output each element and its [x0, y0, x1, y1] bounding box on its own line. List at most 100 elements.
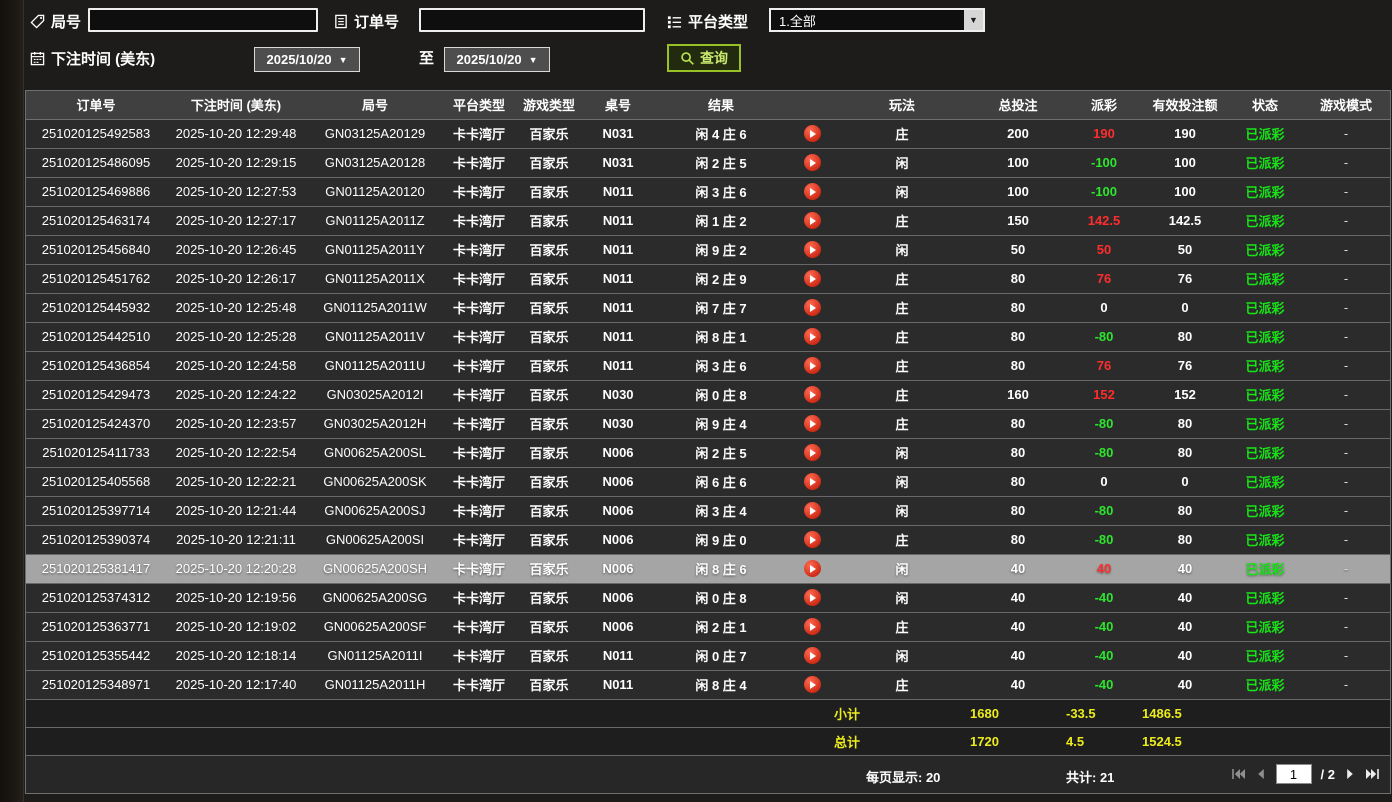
replay-icon[interactable]	[803, 125, 821, 143]
cell-play-type: 闲	[834, 148, 970, 178]
table-row[interactable]: 251020125436854 2025-10-20 12:24:58 GN0112…	[26, 351, 1390, 381]
table-row[interactable]: 251020125442510 2025-10-20 12:25:28 GN0112…	[26, 322, 1390, 352]
query-button[interactable]: 查询	[667, 44, 741, 72]
table-row[interactable]: 251020125492583 2025-10-20 12:29:48 GN0312…	[26, 119, 1390, 149]
cell-round-no: GN01125A2011Z	[306, 206, 444, 236]
last-page-button[interactable]	[1365, 768, 1380, 780]
cell-replay	[790, 670, 834, 700]
table-row[interactable]: 251020125397714 2025-10-20 12:21:44 GN0062…	[26, 496, 1390, 526]
table-row[interactable]: 251020125451762 2025-10-20 12:26:17 GN0112…	[26, 264, 1390, 294]
table-row[interactable]: 251020125355442 2025-10-20 12:18:14 GN0112…	[26, 641, 1390, 671]
page-number-input[interactable]	[1275, 764, 1312, 784]
table-header-row: 订单号 下注时间 (美东) 局号 平台类型 游戏类型 桌号 结果 玩法 总投注 派彩 有效投注额 状态…	[26, 91, 1390, 120]
cell-order-id: 251020125374312	[26, 583, 166, 613]
cell-order-id: 251020125436854	[26, 351, 166, 381]
cell-platform-type: 卡卡湾厅	[444, 496, 514, 526]
cell-bet-time: 2025-10-20 12:29:15	[166, 148, 306, 178]
date-to-picker[interactable]: 2025/10/20 ▼	[444, 47, 550, 72]
table-row[interactable]: 251020125363771 2025-10-20 12:19:02 GN0062…	[26, 612, 1390, 642]
replay-icon[interactable]	[803, 241, 821, 259]
replay-icon[interactable]	[803, 154, 821, 172]
cell-game-mode: -	[1302, 380, 1390, 410]
replay-icon[interactable]	[803, 647, 821, 665]
cell-platform-type: 卡卡湾厅	[444, 467, 514, 497]
table-row[interactable]: 251020125411733 2025-10-20 12:22:54 GN0062…	[26, 438, 1390, 468]
table-row[interactable]: 251020125424370 2025-10-20 12:23:57 GN0302…	[26, 409, 1390, 439]
cell-valid-bet: 0	[1142, 293, 1228, 323]
cell-total-bet: 80	[970, 351, 1066, 381]
replay-icon[interactable]	[803, 618, 821, 636]
play-triangle	[810, 419, 816, 428]
replay-icon[interactable]	[803, 531, 821, 549]
replay-icon[interactable]	[803, 212, 821, 230]
replay-icon[interactable]	[803, 676, 821, 694]
replay-icon[interactable]	[803, 183, 821, 201]
table-row[interactable]: 251020125348971 2025-10-20 12:17:40 GN0112…	[26, 670, 1390, 700]
replay-icon[interactable]	[803, 386, 821, 404]
cell-game-type: 百家乐	[514, 293, 584, 323]
replay-icon[interactable]	[803, 589, 821, 607]
first-page-button[interactable]	[1231, 768, 1246, 780]
cell-game-type: 百家乐	[514, 206, 584, 236]
table-row[interactable]: 251020125374312 2025-10-20 12:19:56 GN0062…	[26, 583, 1390, 613]
cell-order-id: 251020125348971	[26, 670, 166, 700]
cell-round-no: GN01125A20120	[306, 177, 444, 207]
play-triangle	[810, 680, 816, 689]
prev-page-button[interactable]	[1255, 768, 1267, 780]
date-from-picker[interactable]: 2025/10/20 ▼	[254, 47, 360, 72]
cell-play-type: 庄	[834, 293, 970, 323]
table-row[interactable]: 251020125463174 2025-10-20 12:27:17 GN0112…	[26, 206, 1390, 236]
cell-game-type: 百家乐	[514, 554, 584, 584]
platform-select[interactable]: 1.全部 ▼	[769, 8, 985, 32]
cell-result: 闲 2 庄 9	[652, 264, 790, 294]
cell-game-mode: -	[1302, 148, 1390, 178]
cell-order-id: 251020125390374	[26, 525, 166, 555]
cell-replay	[790, 641, 834, 671]
replay-icon[interactable]	[803, 502, 821, 520]
cell-bet-time: 2025-10-20 12:23:57	[166, 409, 306, 439]
cell-replay	[790, 467, 834, 497]
table-row[interactable]: 251020125486095 2025-10-20 12:29:15 GN0312…	[26, 148, 1390, 178]
column-header-order-id: 订单号	[26, 91, 166, 120]
cell-total-bet: 80	[970, 467, 1066, 497]
table-row[interactable]: 251020125429473 2025-10-20 12:24:22 GN0302…	[26, 380, 1390, 410]
next-page-button[interactable]	[1344, 768, 1356, 780]
order-input[interactable]	[419, 8, 645, 32]
cell-replay	[790, 409, 834, 439]
cell-valid-bet: 190	[1142, 119, 1228, 149]
play-triangle	[810, 158, 816, 167]
cell-payout: 76	[1066, 351, 1142, 381]
cell-valid-bet: 40	[1142, 612, 1228, 642]
cell-play-type: 闲	[834, 235, 970, 265]
cell-table-no: N031	[584, 148, 652, 178]
chevron-down-icon: ▼	[964, 10, 983, 30]
cell-game-mode: -	[1302, 264, 1390, 294]
replay-icon[interactable]	[803, 560, 821, 578]
replay-icon[interactable]	[803, 473, 821, 491]
table-row[interactable]: 251020125469886 2025-10-20 12:27:53 GN0112…	[26, 177, 1390, 207]
table-row[interactable]: 251020125445932 2025-10-20 12:25:48 GN0112…	[26, 293, 1390, 323]
cell-total-bet: 50	[970, 235, 1066, 265]
table-row[interactable]: 251020125381417 2025-10-20 12:20:28 GN0062…	[26, 554, 1390, 584]
replay-icon[interactable]	[803, 357, 821, 375]
cell-table-no: N006	[584, 583, 652, 613]
replay-icon[interactable]	[803, 270, 821, 288]
cell-play-type: 闲	[834, 438, 970, 468]
cell-payout: -80	[1066, 525, 1142, 555]
table-row[interactable]: 251020125456840 2025-10-20 12:26:45 GN0112…	[26, 235, 1390, 265]
page-count-label: / 2	[1320, 766, 1335, 782]
cell-table-no: N030	[584, 409, 652, 439]
cell-result: 闲 2 庄 1	[652, 612, 790, 642]
cell-play-type: 闲	[834, 641, 970, 671]
replay-icon[interactable]	[803, 328, 821, 346]
table-row[interactable]: 251020125405568 2025-10-20 12:22:21 GN0062…	[26, 467, 1390, 497]
round-input[interactable]	[88, 8, 318, 32]
table-row[interactable]: 251020125390374 2025-10-20 12:21:11 GN0062…	[26, 525, 1390, 555]
cell-platform-type: 卡卡湾厅	[444, 293, 514, 323]
replay-icon[interactable]	[803, 415, 821, 433]
table-body: 251020125492583 2025-10-20 12:29:48 GN0312…	[26, 119, 1390, 700]
cell-valid-bet: 142.5	[1142, 206, 1228, 236]
replay-icon[interactable]	[803, 299, 821, 317]
column-header-payout: 派彩	[1066, 91, 1142, 120]
replay-icon[interactable]	[803, 444, 821, 462]
